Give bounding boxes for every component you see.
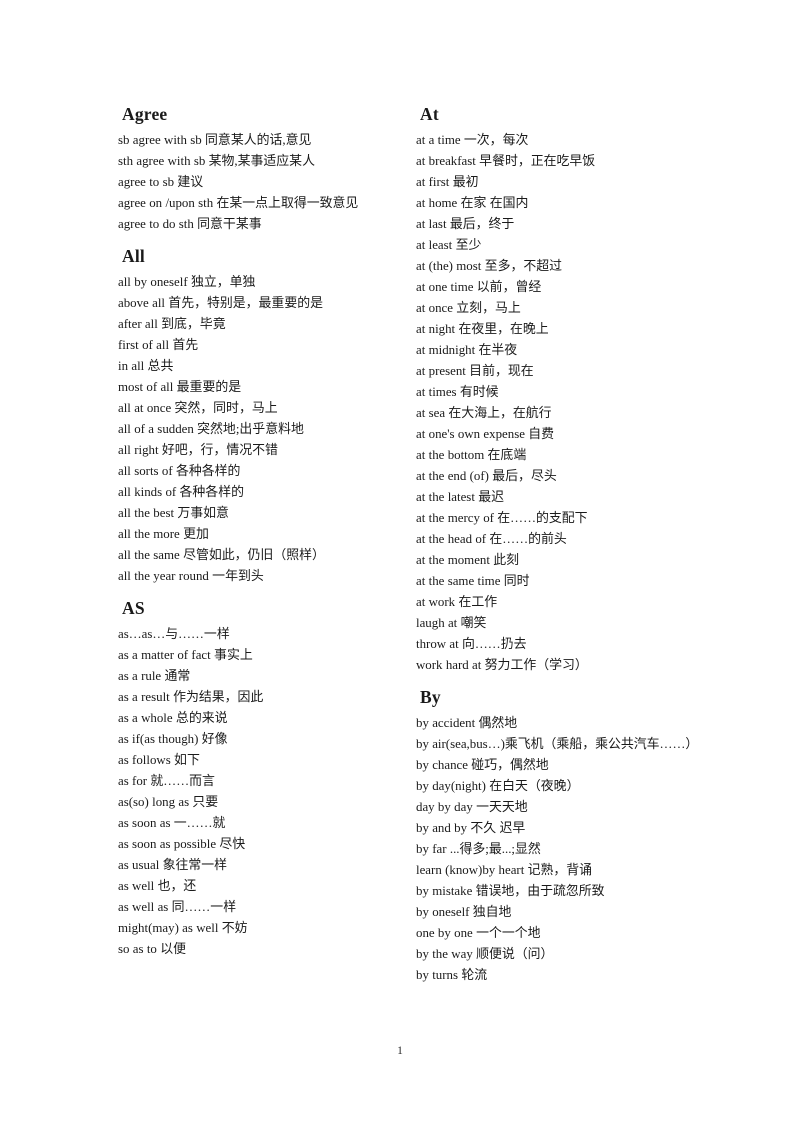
entry-item: by the way 顺便说（问） — [416, 947, 554, 961]
section-by: By by accident 偶然地 by air(sea,bus…)乘飞机（乘… — [416, 687, 699, 986]
entry-item: at the bottom 在底端 — [416, 448, 527, 462]
entry-item: at night 在夜里，在晚上 — [416, 322, 549, 336]
entry-item: as a result 作为结果，因此 — [118, 690, 264, 704]
entry-item: at one time 以前，曾经 — [416, 280, 542, 294]
entry-item: throw at 向……扔去 — [416, 637, 527, 651]
entry-list-as: as…as…与……一样 as a matter of fact 事实上 as a… — [118, 624, 398, 960]
page-number: 1 — [397, 1045, 403, 1057]
entry-item: at present 目前，现在 — [416, 364, 534, 378]
entry-item: at first 最初 — [416, 175, 479, 189]
entry-item: at the moment 此刻 — [416, 553, 520, 567]
entry-item: at one's own expense 自费 — [416, 427, 555, 441]
column-right: At at a time 一次，每次 at breakfast 早餐时，正在吃早… — [416, 104, 699, 986]
section-agree: Agree sb agree with sb 同意某人的话,意见 sth agr… — [118, 104, 398, 235]
entry-item: as follows 如下 — [118, 753, 200, 767]
entry-item: first of all 首先 — [118, 338, 199, 352]
entry-item: at the mercy of 在……的支配下 — [416, 511, 588, 525]
entry-item: as usual 象往常一样 — [118, 858, 228, 872]
entry-item: agree on /upon sth 在某一点上取得一致意见 — [118, 196, 359, 210]
entry-item: so as to 以便 — [118, 942, 186, 956]
entry-item: at the same time 同时 — [416, 574, 530, 588]
entry-item: at once 立刻，马上 — [416, 301, 521, 315]
entry-item: at breakfast 早餐时，正在吃早饭 — [416, 154, 596, 168]
entry-item: all kinds of 各种各样的 — [118, 485, 244, 499]
entry-list-all: all by oneself 独立，单独 above all 首先，特别是，最重… — [118, 272, 398, 587]
section-at: At at a time 一次，每次 at breakfast 早餐时，正在吃早… — [416, 104, 696, 676]
entry-item: as for 就……而言 — [118, 774, 215, 788]
entry-item: all the more 更加 — [118, 527, 209, 541]
section-heading-agree: Agree — [122, 104, 168, 124]
entry-item: at last 最后，终于 — [416, 217, 515, 231]
entry-item: learn (know)by heart 记熟，背诵 — [416, 863, 593, 877]
entry-item: at least 至少 — [416, 238, 482, 252]
entry-item: above all 首先，特别是，最重要的是 — [118, 296, 323, 310]
entry-item: as well 也，还 — [118, 879, 197, 893]
entry-item: sth agree with sb 某物,某事适应某人 — [118, 154, 315, 168]
entry-item: as well as 同……一样 — [118, 900, 237, 914]
entry-item: at times 有时候 — [416, 385, 499, 399]
entry-item: all right 好吧，行，情况不错 — [118, 443, 278, 457]
entry-item: by far ...得多;最...;显然 — [416, 842, 541, 856]
entry-item: as if(as though) 好像 — [118, 732, 228, 746]
entry-item: all the year round 一年到头 — [118, 569, 264, 583]
entry-item: at the latest 最迟 — [416, 490, 505, 504]
entry-item: by mistake 错误地，由于疏忽所致 — [416, 884, 605, 898]
section-all: All all by oneself 独立，单独 above all 首先，特别… — [118, 246, 398, 587]
entry-list-by: by accident 偶然地 by air(sea,bus…)乘飞机（乘船，乘… — [416, 713, 699, 986]
entry-item: by air(sea,bus…)乘飞机（乘船，乘公共汽车……） — [416, 737, 699, 751]
entry-item: at sea 在大海上，在航行 — [416, 406, 552, 420]
entry-item: might(may) as well 不妨 — [118, 921, 248, 935]
entry-item: by accident 偶然地 — [416, 716, 518, 730]
section-as: AS as…as…与……一样 as a matter of fact 事实上 a… — [118, 598, 398, 960]
column-left: Agree sb agree with sb 同意某人的话,意见 sth agr… — [118, 104, 398, 960]
entry-item: all the best 万事如意 — [118, 506, 229, 520]
entry-item: by and by 不久 迟早 — [416, 821, 526, 835]
entry-item: one by one 一个一个地 — [416, 926, 541, 940]
entry-item: all of a sudden 突然地;出乎意料地 — [118, 422, 304, 436]
entry-item: all the same 尽管如此，仍旧（照样） — [118, 548, 325, 562]
entry-item: as…as…与……一样 — [118, 627, 230, 641]
entry-item: as a rule 通常 — [118, 669, 191, 683]
entry-item: as a whole 总的来说 — [118, 711, 228, 725]
entry-item: as soon as 一……就 — [118, 816, 226, 830]
entry-item: at the end (of) 最后，尽头 — [416, 469, 557, 483]
section-heading-all: All — [122, 246, 145, 266]
entry-item: as a matter of fact 事实上 — [118, 648, 253, 662]
entry-item: most of all 最重要的是 — [118, 380, 242, 394]
entry-item: agree to do sth 同意干某事 — [118, 217, 262, 231]
entry-item: agree to sb 建议 — [118, 175, 204, 189]
entry-item: as soon as possible 尽快 — [118, 837, 246, 851]
entry-item: at work 在工作 — [416, 595, 498, 609]
entry-item: by day(night) 在白天（夜晚） — [416, 779, 580, 793]
entry-item: all by oneself 独立，单独 — [118, 275, 256, 289]
entry-item: after all 到底，毕竟 — [118, 317, 226, 331]
document-page: Agree sb agree with sb 同意某人的话,意见 sth agr… — [0, 0, 800, 1132]
entry-list-agree: sb agree with sb 同意某人的话,意见 sth agree wit… — [118, 130, 398, 235]
section-heading-by: By — [420, 687, 441, 707]
entry-list-at: at a time 一次，每次 at breakfast 早餐时，正在吃早饭 a… — [416, 130, 696, 676]
entry-item: at (the) most 至多，不超过 — [416, 259, 563, 273]
entry-item: by turns 轮流 — [416, 968, 488, 982]
entry-item: as(so) long as 只要 — [118, 795, 219, 809]
section-heading-at: At — [420, 104, 439, 124]
entry-item: day by day 一天天地 — [416, 800, 528, 814]
entry-item: at midnight 在半夜 — [416, 343, 518, 357]
entry-item: in all 总共 — [118, 359, 174, 373]
entry-item: by chance 碰巧，偶然地 — [416, 758, 549, 772]
entry-item: all sorts of 各种各样的 — [118, 464, 241, 478]
entry-item: at home 在家 在国内 — [416, 196, 529, 210]
section-heading-as: AS — [122, 598, 145, 618]
entry-item: work hard at 努力工作（学习） — [416, 658, 588, 672]
entry-item: sb agree with sb 同意某人的话,意见 — [118, 133, 312, 147]
entry-item: laugh at 嘲笑 — [416, 616, 487, 630]
entry-item: at the head of 在……的前头 — [416, 532, 567, 546]
entry-item: by oneself 独自地 — [416, 905, 512, 919]
entry-item: all at once 突然，同时，马上 — [118, 401, 278, 415]
entry-item: at a time 一次，每次 — [416, 133, 529, 147]
